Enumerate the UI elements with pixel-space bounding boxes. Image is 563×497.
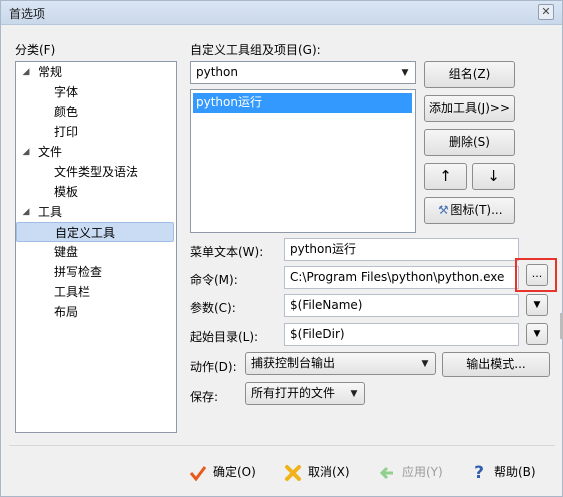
cancel-button-label: 取消(X) xyxy=(308,465,350,479)
start-dir-field[interactable]: $(FileDir) xyxy=(284,323,519,346)
tree-item-label: 常规 xyxy=(38,65,63,79)
tree-item[interactable]: 自定义工具 xyxy=(16,222,174,242)
apply-button[interactable]: 应用(Y) xyxy=(378,459,443,485)
start-dir-dropdown-button[interactable]: ▼ xyxy=(526,323,548,345)
help-icon: ? xyxy=(474,462,484,483)
start-dir-label: 起始目录(L): xyxy=(190,330,259,344)
delete-button[interactable]: 删除(S) xyxy=(424,129,515,156)
help-button-label: 帮助(B) xyxy=(494,465,536,479)
tool-group-dropdown[interactable]: python ▼ xyxy=(190,61,416,84)
tree-item-label: 自定义工具 xyxy=(55,226,116,240)
save-value: 所有打开的文件 xyxy=(251,386,336,400)
tree-item-label: 字体 xyxy=(54,85,79,99)
move-down-button[interactable]: ↓ xyxy=(472,163,515,190)
tree-item-label: 工具 xyxy=(38,205,63,219)
tree-item-label: 颜色 xyxy=(54,105,79,119)
tree-item-label: 布局 xyxy=(54,305,79,319)
chevron-down-icon: ▼ xyxy=(350,389,358,399)
args-label: 参数(C): xyxy=(190,301,236,315)
tree-item[interactable]: 文件类型及语法 xyxy=(16,162,174,182)
tree-item-label: 打印 xyxy=(54,125,79,139)
ok-button[interactable]: 确定(O) xyxy=(189,459,256,485)
tool-list[interactable]: python运行 xyxy=(190,89,416,233)
menu-text-label: 菜单文本(W): xyxy=(190,245,264,259)
action-dropdown[interactable]: 捕获控制台输出 ▼ xyxy=(245,352,436,375)
close-icon xyxy=(285,464,301,481)
tree-item[interactable]: 字体 xyxy=(16,82,174,102)
tool-group-value: python xyxy=(196,65,238,79)
title-bar: 首选项 ✕ xyxy=(1,1,562,25)
action-value: 捕获控制台输出 xyxy=(251,356,336,370)
group-name-button[interactable]: 组名(Z) xyxy=(424,61,515,88)
args-dropdown-button[interactable]: ▼ xyxy=(526,294,548,316)
tree-item[interactable]: 布局 xyxy=(16,302,174,322)
list-item[interactable]: python运行 xyxy=(193,93,412,113)
expand-toggle-icon[interactable]: ◢ xyxy=(21,147,31,157)
tree-item[interactable]: ◢ 常规 xyxy=(16,62,174,82)
tree-item[interactable]: 拼写检查 xyxy=(16,262,174,282)
highlight-box xyxy=(515,258,557,292)
tree-item-label: 键盘 xyxy=(54,245,79,259)
menu-text-field[interactable]: python运行 xyxy=(284,238,519,261)
command-label: 命令(M): xyxy=(190,273,238,287)
apply-arrow-icon xyxy=(379,466,393,479)
tree-item-label: 拼写检查 xyxy=(54,265,103,279)
ok-button-label: 确定(O) xyxy=(213,465,256,479)
move-up-button[interactable]: ↑ xyxy=(424,163,467,190)
save-dropdown[interactable]: 所有打开的文件 ▼ xyxy=(245,382,365,405)
save-label: 保存: xyxy=(190,390,219,404)
tree-item[interactable]: 颜色 xyxy=(16,102,174,122)
tree-item-label: 工具栏 xyxy=(54,285,91,299)
expand-toggle-icon[interactable]: ◢ xyxy=(21,67,31,77)
chevron-down-icon: ▼ xyxy=(533,300,541,310)
icon-button[interactable]: ⚒ 图标(T)... xyxy=(424,197,515,224)
wrench-icon: ⚒ xyxy=(438,203,449,217)
category-label: 分类(F) xyxy=(15,43,56,57)
preferences-dialog: 首选项 ✕ 分类(F) ◢ 常规 字体 颜色 打印 ◢ 文件 文件类型及语法 模板 ◢ 工具 自定义工… xyxy=(0,0,563,497)
tree-item-label: 模板 xyxy=(54,185,79,199)
tree-item[interactable]: ◢ 工具 xyxy=(16,202,174,222)
args-field[interactable]: $(FileName) xyxy=(284,294,519,317)
tree-item-label: 文件类型及语法 xyxy=(54,165,139,179)
expand-toggle-icon[interactable]: ◢ xyxy=(21,207,31,217)
chevron-down-icon: ▼ xyxy=(533,329,541,339)
apply-button-label: 应用(Y) xyxy=(402,465,443,479)
output-mode-button[interactable]: 输出模式... xyxy=(442,352,550,377)
icon-button-label: 图标(T)... xyxy=(450,203,503,217)
check-icon xyxy=(189,465,207,481)
chevron-down-icon: ▼ xyxy=(421,359,429,369)
tree-item[interactable]: ◢ 文件 xyxy=(16,142,174,162)
chevron-down-icon: ▼ xyxy=(401,68,409,78)
action-label: 动作(D): xyxy=(190,360,237,374)
window-title: 首选项 xyxy=(9,7,46,21)
group-label: 自定义工具组及项目(G): xyxy=(190,43,321,57)
command-field[interactable]: C:\Program Files\python\python.exe xyxy=(284,266,519,289)
tree-item[interactable]: 打印 xyxy=(16,122,174,142)
tree-item[interactable]: 工具栏 xyxy=(16,282,174,302)
category-tree[interactable]: ◢ 常规字体颜色打印 ◢ 文件文件类型及语法 模板 ◢ 工具自定义工具键盘拼写检查工具栏布局 xyxy=(15,61,177,433)
add-tool-button[interactable]: 添加工具(J)>> xyxy=(424,95,515,122)
tree-item-label: 文件 xyxy=(38,145,63,159)
tree-item[interactable]: 模板 xyxy=(16,182,174,202)
tree-item[interactable]: 键盘 xyxy=(16,242,174,262)
cancel-button[interactable]: 取消(X) xyxy=(284,459,350,485)
help-button[interactable]: ? 帮助(B) xyxy=(470,459,536,485)
close-button[interactable]: ✕ xyxy=(538,4,554,20)
footer-divider xyxy=(9,445,555,446)
